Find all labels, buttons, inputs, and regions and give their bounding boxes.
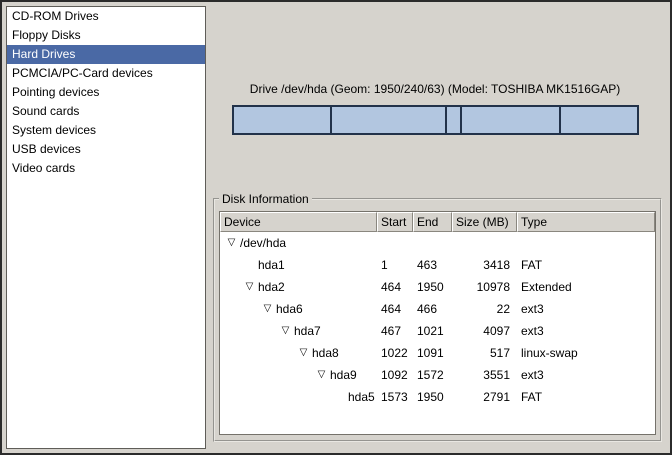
device-label: /dev/hda <box>239 232 286 254</box>
table-row-hda6[interactable]: ▽ hda6 464 466 22 ext3 <box>220 298 655 320</box>
expander-icon[interactable]: ▽ <box>278 320 293 342</box>
type-cell: ext3 <box>517 298 655 320</box>
column-header-start[interactable]: Start <box>377 212 413 232</box>
device-label: hda2 <box>257 276 285 298</box>
sidebar-item-video-cards[interactable]: Video cards <box>7 159 205 178</box>
sidebar-item-label: Floppy Disks <box>12 28 81 42</box>
sidebar-item-system-devices[interactable]: System devices <box>7 121 205 140</box>
drive-title: Drive /dev/hda (Geom: 1950/240/63) (Mode… <box>228 82 642 96</box>
sidebar-item-label: PCMCIA/PC-Card devices <box>12 66 153 80</box>
table-row-hda2[interactable]: ▽ hda2 464 1950 10978 Extended <box>220 276 655 298</box>
device-cell: ▽ hda6 <box>220 298 377 320</box>
start-cell: 1092 <box>377 364 413 386</box>
end-cell: 466 <box>413 298 452 320</box>
end-cell: 1091 <box>413 342 452 364</box>
sidebar-item-pcmcia-pc-card-devices[interactable]: PCMCIA/PC-Card devices <box>7 64 205 83</box>
device-cell: ▽ hda8 <box>220 342 377 364</box>
size-cell: 3418 <box>452 254 517 276</box>
column-header-end[interactable]: End <box>413 212 452 232</box>
partition-divider <box>445 107 447 133</box>
disk-table: DeviceStartEndSize (MB)Type ▽ /dev/hda ▽… <box>219 211 656 435</box>
start-cell <box>377 232 413 254</box>
size-cell: 10978 <box>452 276 517 298</box>
sidebar-item-floppy-disks[interactable]: Floppy Disks <box>7 26 205 45</box>
column-header-device[interactable]: Device <box>220 212 377 232</box>
end-cell: 1021 <box>413 320 452 342</box>
end-cell <box>413 232 452 254</box>
type-cell: ext3 <box>517 364 655 386</box>
table-row-hda1[interactable]: ▽ hda1 1 463 3418 FAT <box>220 254 655 276</box>
type-cell: Extended <box>517 276 655 298</box>
size-cell: 22 <box>452 298 517 320</box>
partition-bar <box>232 105 639 135</box>
device-label: hda5 <box>347 386 375 408</box>
device-label: hda9 <box>329 364 357 386</box>
expander-icon[interactable]: ▽ <box>296 342 311 364</box>
end-cell: 1950 <box>413 276 452 298</box>
start-cell: 1022 <box>377 342 413 364</box>
type-cell: ext3 <box>517 320 655 342</box>
table-row-hda7[interactable]: ▽ hda7 467 1021 4097 ext3 <box>220 320 655 342</box>
expander-icon[interactable]: ▽ <box>314 364 329 386</box>
device-label: hda1 <box>257 254 285 276</box>
sidebar-item-label: CD-ROM Drives <box>12 9 99 23</box>
table-row-hda9[interactable]: ▽ hda9 1092 1572 3551 ext3 <box>220 364 655 386</box>
type-cell: FAT <box>517 254 655 276</box>
disk-information-frame: Disk Information DeviceStartEndSize (MB)… <box>213 192 662 442</box>
size-cell <box>452 232 517 254</box>
disk-information-label: Disk Information <box>219 192 312 206</box>
column-header-type[interactable]: Type <box>517 212 655 232</box>
column-header-size-mb[interactable]: Size (MB) <box>452 212 517 232</box>
sidebar-item-label: System devices <box>12 123 96 137</box>
start-cell: 464 <box>377 298 413 320</box>
partition-divider <box>330 107 332 133</box>
hardware-browser-window: CD-ROM Drives Floppy Disks Hard Drives P… <box>0 0 672 455</box>
start-cell: 1573 <box>377 386 413 408</box>
expander-icon[interactable]: ▽ <box>260 298 275 320</box>
device-cell: ▽ hda5 <box>220 386 377 408</box>
type-cell <box>517 232 655 254</box>
end-cell: 1950 <box>413 386 452 408</box>
sidebar-item-label: Video cards <box>12 161 75 175</box>
device-label: hda6 <box>275 298 303 320</box>
table-row-hda5[interactable]: ▽ hda5 1573 1950 2791 FAT <box>220 386 655 408</box>
start-cell: 1 <box>377 254 413 276</box>
device-cell: ▽ hda2 <box>220 276 377 298</box>
disk-table-header: DeviceStartEndSize (MB)Type <box>220 212 655 232</box>
partition-divider <box>460 107 462 133</box>
size-cell: 4097 <box>452 320 517 342</box>
size-cell: 3551 <box>452 364 517 386</box>
sidebar-item-cd-rom-drives[interactable]: CD-ROM Drives <box>7 7 205 26</box>
end-cell: 463 <box>413 254 452 276</box>
end-cell: 1572 <box>413 364 452 386</box>
device-category-list: CD-ROM Drives Floppy Disks Hard Drives P… <box>6 6 206 449</box>
sidebar-item-label: USB devices <box>12 142 81 156</box>
device-cell: ▽ hda1 <box>220 254 377 276</box>
disk-table-body: ▽ /dev/hda ▽ hda1 1 463 3418 FAT ▽ hda2 … <box>220 232 655 434</box>
table-row-hda8[interactable]: ▽ hda8 1022 1091 517 linux-swap <box>220 342 655 364</box>
size-cell: 517 <box>452 342 517 364</box>
sidebar-item-label: Sound cards <box>12 104 79 118</box>
sidebar-item-label: Hard Drives <box>12 47 75 61</box>
device-label: hda7 <box>293 320 321 342</box>
start-cell: 464 <box>377 276 413 298</box>
device-cell: ▽ /dev/hda <box>220 232 377 254</box>
sidebar-item-label: Pointing devices <box>12 85 99 99</box>
expander-icon[interactable]: ▽ <box>224 232 239 254</box>
type-cell: linux-swap <box>517 342 655 364</box>
table-row-dev-hda[interactable]: ▽ /dev/hda <box>220 232 655 254</box>
expander-icon[interactable]: ▽ <box>242 276 257 298</box>
type-cell: FAT <box>517 386 655 408</box>
sidebar-item-pointing-devices[interactable]: Pointing devices <box>7 83 205 102</box>
sidebar-item-usb-devices[interactable]: USB devices <box>7 140 205 159</box>
device-label: hda8 <box>311 342 339 364</box>
sidebar-item-sound-cards[interactable]: Sound cards <box>7 102 205 121</box>
start-cell: 467 <box>377 320 413 342</box>
sidebar-item-hard-drives[interactable]: Hard Drives <box>7 45 205 64</box>
device-cell: ▽ hda7 <box>220 320 377 342</box>
size-cell: 2791 <box>452 386 517 408</box>
partition-divider <box>559 107 561 133</box>
device-cell: ▽ hda9 <box>220 364 377 386</box>
